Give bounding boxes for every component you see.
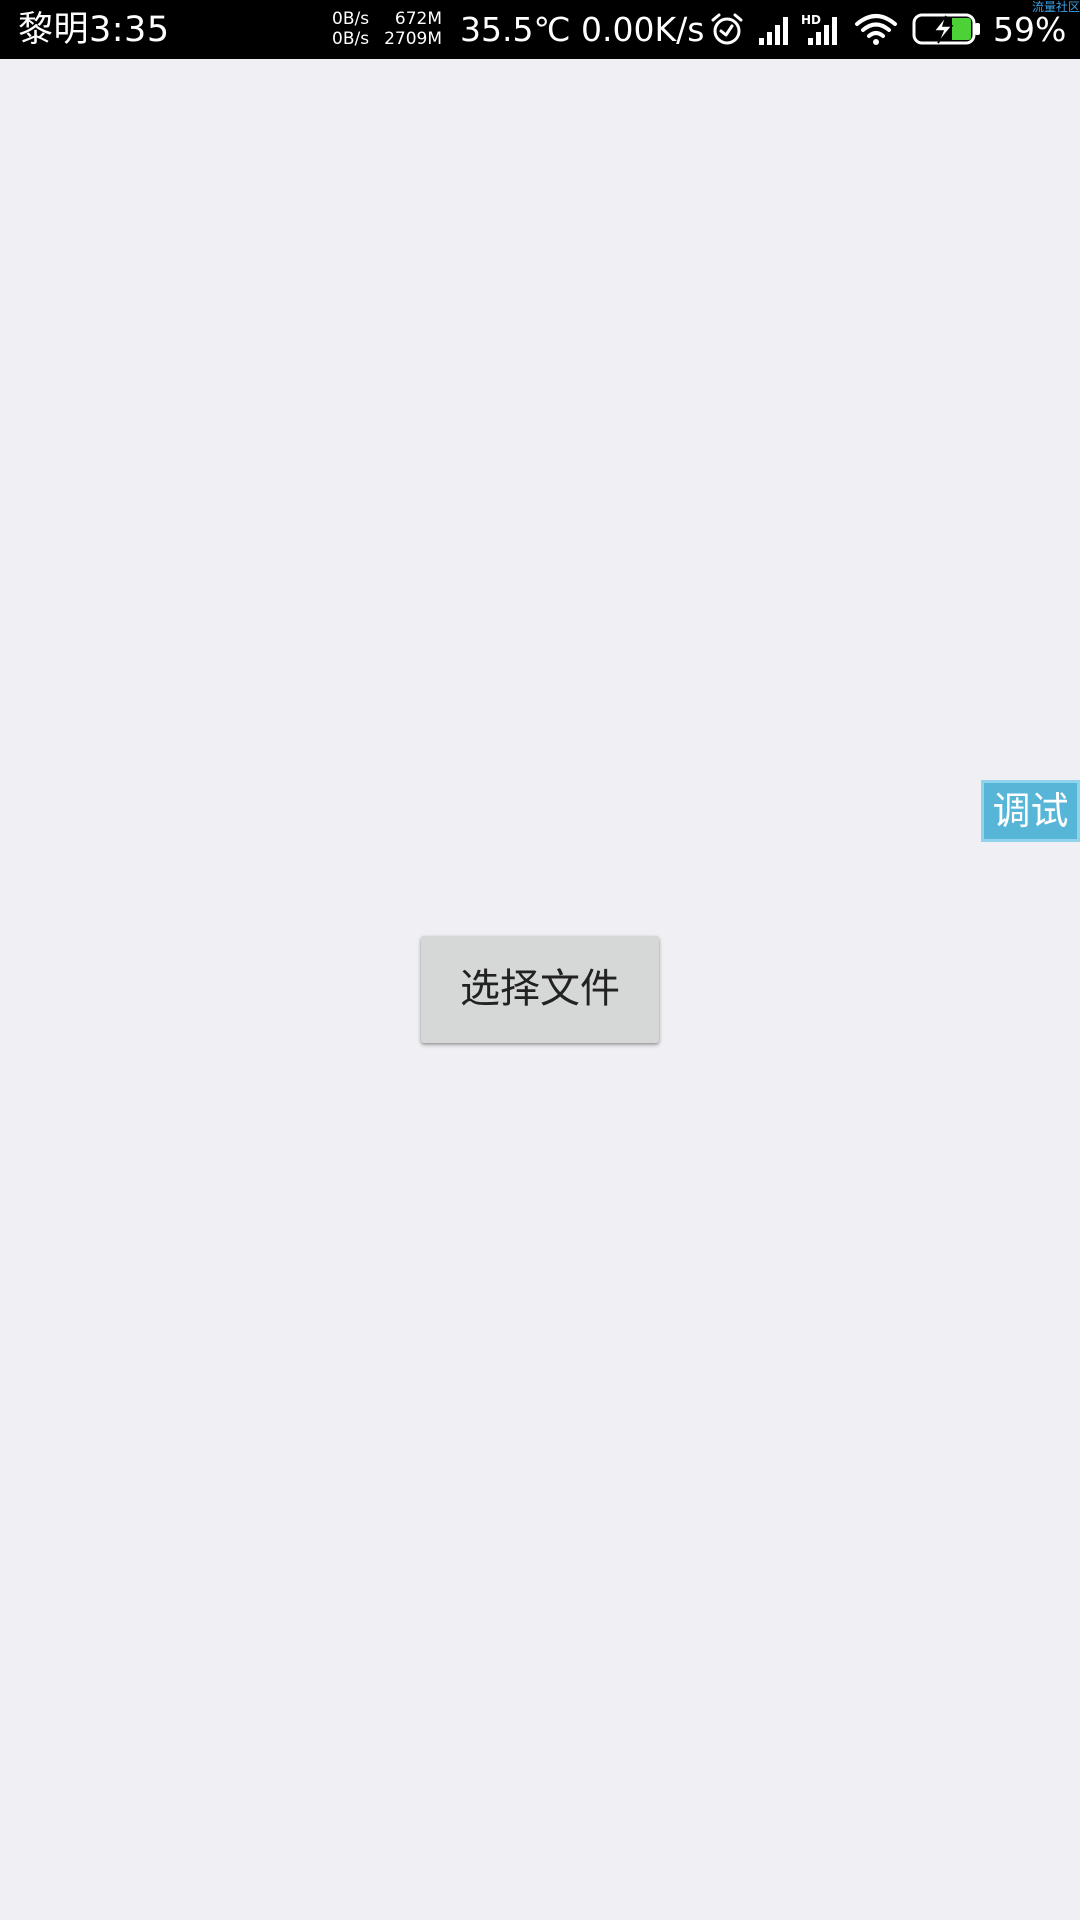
memory-used: 672M <box>394 9 442 29</box>
status-bar: 黎明3:35 0B/s 0B/s 672M 2709M 35.5℃ 0.00K/… <box>0 0 1080 59</box>
wifi-icon <box>855 14 897 45</box>
temperature-readout: 35.5℃ <box>460 10 571 49</box>
net-upload-rate: 0B/s <box>332 9 370 29</box>
status-time: 黎明3:35 <box>18 10 170 50</box>
signal-icon <box>759 17 788 45</box>
battery-charging-icon <box>912 13 980 45</box>
network-rates: 0B/s 0B/s <box>332 9 384 49</box>
battery-percentage: 59% <box>993 10 1067 49</box>
app-screen: 黎明3:35 0B/s 0B/s 672M 2709M 35.5℃ 0.00K/… <box>0 0 1080 1920</box>
corner-watermark: 流量社区 <box>1031 0 1080 14</box>
network-speed: 0.00K/s <box>581 10 705 49</box>
hd-label: HD <box>801 13 821 27</box>
debug-tab[interactable]: 调试 <box>981 780 1080 842</box>
hd-signal-icon: HD <box>801 13 837 45</box>
net-download-rate: 0B/s <box>332 29 370 49</box>
memory-stats: 672M 2709M <box>380 9 442 49</box>
memory-total: 2709M <box>384 29 442 49</box>
alarm-icon <box>711 13 743 45</box>
select-file-button[interactable]: 选择文件 <box>421 936 659 1043</box>
